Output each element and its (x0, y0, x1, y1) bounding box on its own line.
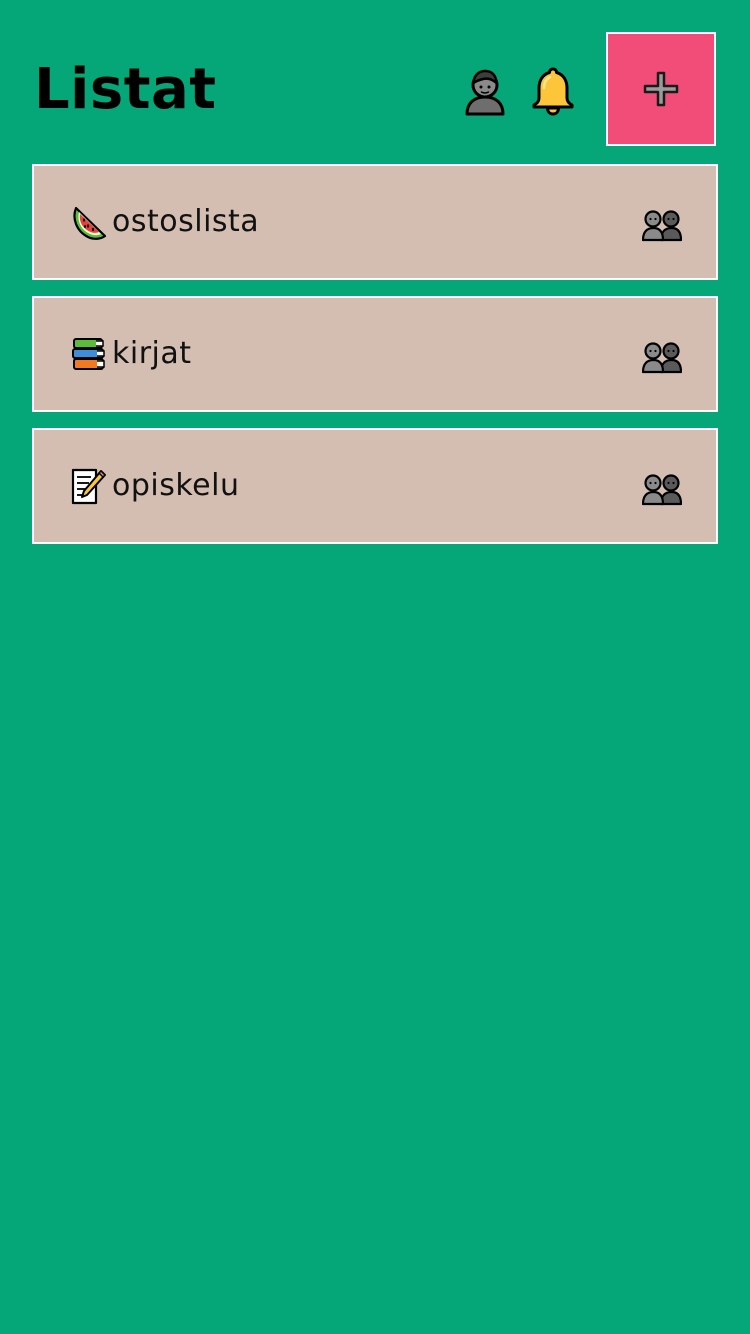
people-icon (642, 474, 682, 506)
profile-button[interactable] (461, 66, 509, 116)
page-title: Listat (34, 57, 217, 122)
list-name: kirjat (112, 336, 192, 371)
bell-icon (532, 67, 574, 116)
add-list-button[interactable] (606, 32, 716, 146)
people-icon (642, 342, 682, 374)
header: Listat (0, 0, 750, 160)
list-item-kirjat[interactable]: kirjat (32, 296, 718, 412)
list-name: ostoslista (112, 204, 260, 239)
list-container: ostoslista kirjat opiskelu (32, 164, 718, 560)
person-icon (465, 69, 505, 116)
people-icon (642, 210, 682, 242)
memo-icon (71, 468, 106, 505)
list-item-opiskelu[interactable]: opiskelu (32, 428, 718, 544)
books-icon (72, 338, 105, 370)
list-name: opiskelu (112, 468, 240, 503)
list-item-ostoslista[interactable]: ostoslista (32, 164, 718, 280)
watermelon-icon (73, 206, 107, 240)
notifications-button[interactable] (529, 66, 577, 116)
plus-icon (643, 71, 679, 107)
